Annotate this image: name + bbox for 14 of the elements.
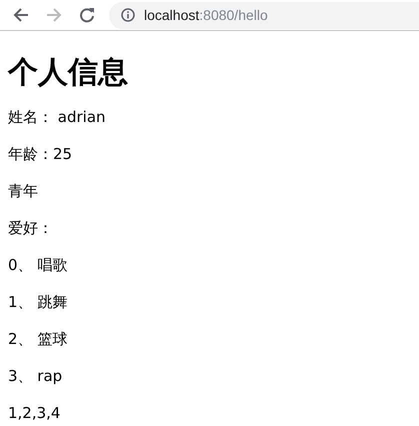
url-path: :8080/hello: [199, 7, 268, 23]
text-line: 1,2,3,4: [8, 403, 62, 424]
text-line: 青年: [8, 181, 39, 202]
text-line: 2、 篮球: [8, 329, 68, 350]
text-line: 年龄：25: [8, 144, 74, 165]
text-line: 爱好：: [8, 218, 54, 239]
url-host: localhost: [144, 7, 200, 23]
text-line: 0、 唱歌: [8, 255, 68, 276]
info-icon[interactable]: [121, 8, 135, 22]
address-bar[interactable]: localhost:8080/hello: [109, 2, 419, 28]
text-line: 1、 跳舞: [8, 292, 68, 313]
page-heading: 个人信息: [8, 54, 129, 92]
text-line: 姓名： adrian: [8, 107, 107, 128]
text-line: 3、 rap: [8, 366, 64, 387]
